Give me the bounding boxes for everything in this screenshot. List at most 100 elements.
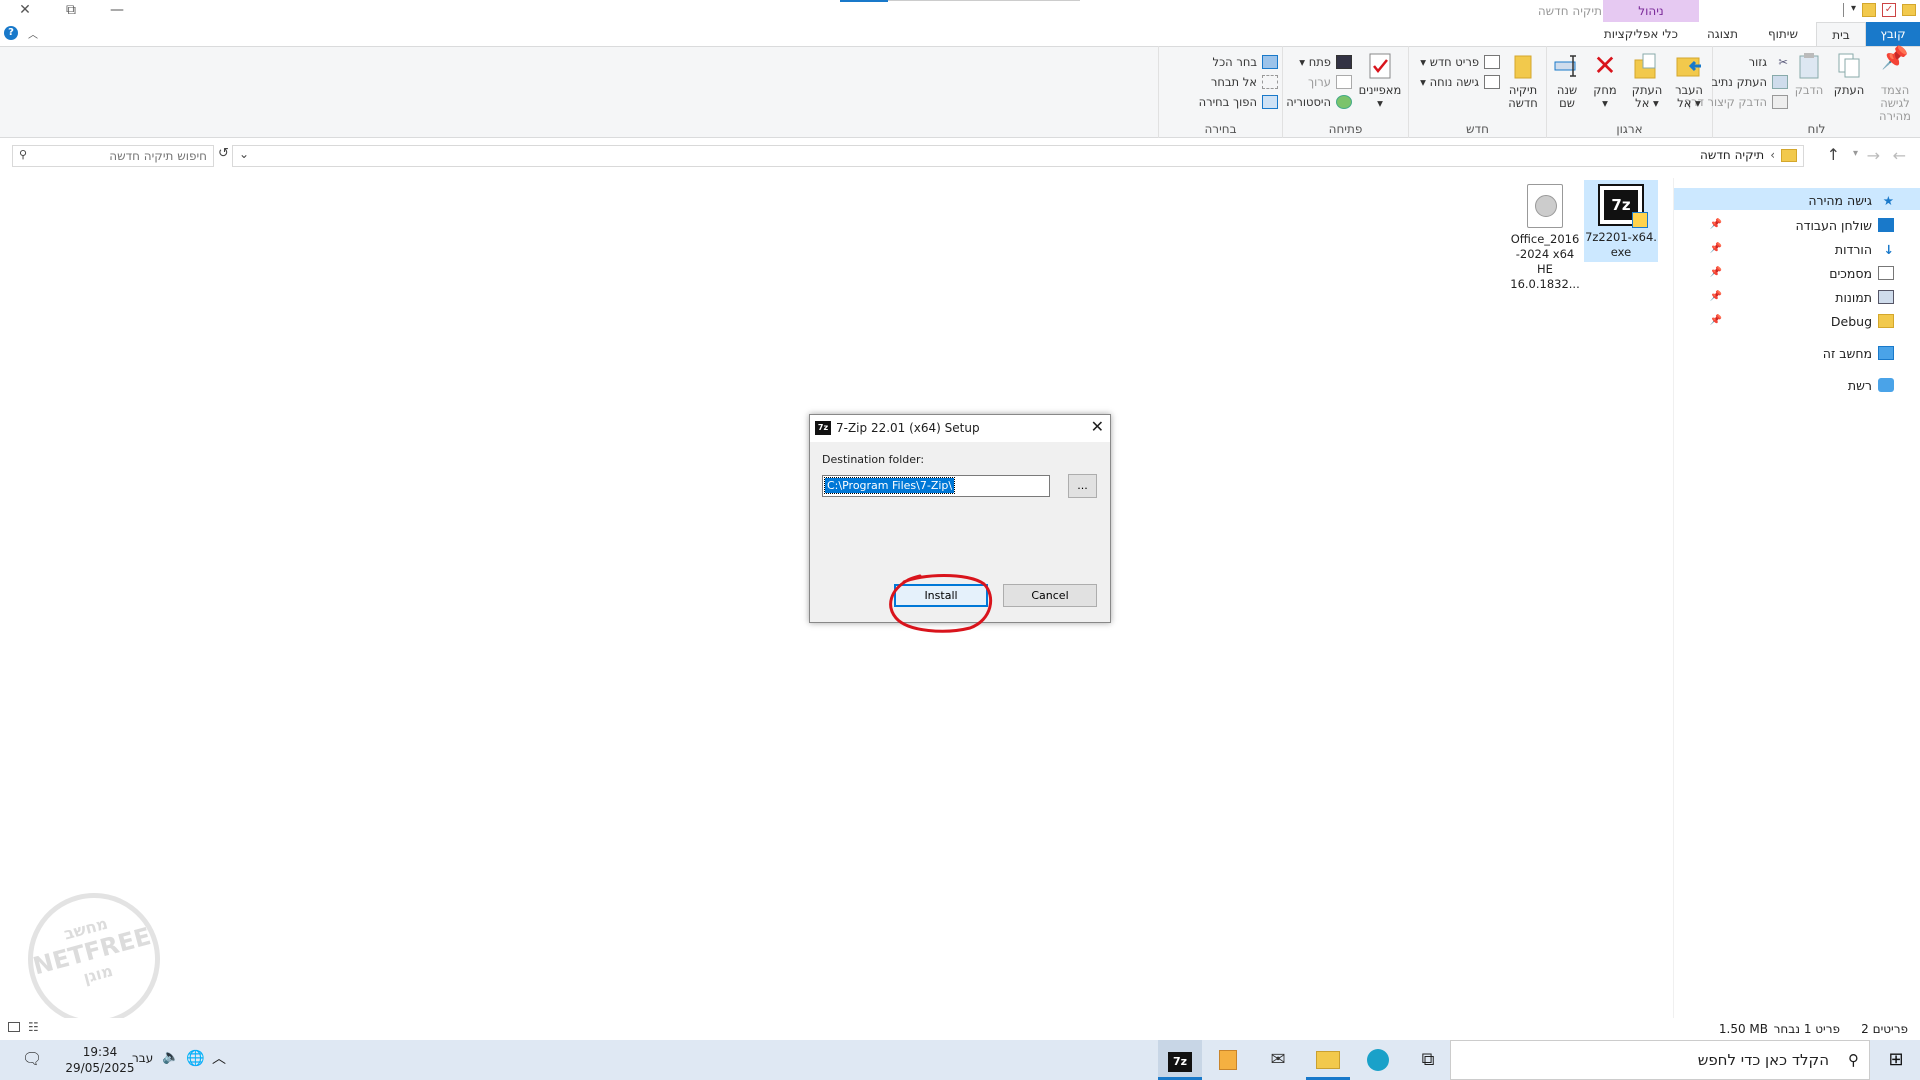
- nav-debug[interactable]: Debug: [1831, 310, 1894, 332]
- status-bar: 2 פריטים פריט 1 נבחר 1.50 MB ☷: [0, 1018, 1920, 1038]
- new-folder-qat-icon[interactable]: [1862, 3, 1876, 17]
- status-item-count: 2 פריטים: [1861, 1022, 1908, 1036]
- desktop-icon: [1878, 218, 1894, 232]
- address-bar[interactable]: › תיקיה חדשה ⌄: [232, 145, 1804, 167]
- pin-quick-access-button[interactable]: 📌 הצמד לגישה מהירה: [1872, 48, 1918, 123]
- file-item-7zip[interactable]: 7z 7z2201-x64. exe: [1585, 182, 1657, 260]
- start-windows-icon[interactable]: ⊞: [1872, 1040, 1920, 1080]
- volume-icon[interactable]: 🔈: [162, 1049, 179, 1065]
- search-input[interactable]: [37, 148, 207, 164]
- edit-button[interactable]: ערוך: [1286, 72, 1352, 92]
- breadcrumb-current[interactable]: תיקיה חדשה: [1700, 148, 1764, 162]
- refresh-icon[interactable]: ↺: [218, 146, 232, 166]
- netfree-watermark: מחשב NETFREE מוגן: [13, 878, 175, 1040]
- download-arrow-icon: ↓: [1883, 242, 1894, 257]
- delete-button[interactable]: ✕ מחק ▾: [1586, 52, 1624, 110]
- tab-view[interactable]: תצוגה: [1697, 22, 1748, 46]
- taskbar-search-box[interactable]: ⚲ הקלד כאן כדי לחפש: [1450, 1040, 1870, 1080]
- minimize-button[interactable]: —: [94, 0, 140, 20]
- invert-selection-label: הפוך בחירה: [1198, 95, 1257, 109]
- tab-home[interactable]: בית: [1816, 22, 1866, 47]
- new-item-button[interactable]: פריט חדש ▾: [1420, 52, 1500, 72]
- copy-button[interactable]: העתק: [1830, 52, 1868, 97]
- dialog-title: 7-Zip 22.01 (x64) Setup: [836, 421, 980, 435]
- group-clipboard-label: לוח: [1807, 122, 1826, 136]
- show-hidden-icons-chevron[interactable]: ︿: [212, 1048, 226, 1068]
- paste-button[interactable]: הדבק: [1790, 52, 1828, 97]
- nav-desktop[interactable]: שולחן העבודה: [1795, 214, 1894, 236]
- easy-access-label: גישה נוחה: [1429, 75, 1479, 89]
- close-button[interactable]: ✕: [2, 0, 48, 20]
- tab-file[interactable]: קובץ: [1866, 22, 1920, 46]
- tab-share[interactable]: שיתוף: [1758, 22, 1808, 46]
- taskbar-media[interactable]: [1206, 1040, 1250, 1080]
- help-icon[interactable]: ?: [4, 26, 18, 40]
- dialog-titlebar: 7z 7-Zip 22.01 (x64) Setup ✕: [810, 415, 1110, 442]
- pin-icon[interactable]: 📌: [1710, 243, 1722, 254]
- pin-icon[interactable]: 📌: [1710, 267, 1722, 278]
- computer-icon: [1878, 346, 1894, 360]
- file-item-office[interactable]: Office_2016 -2024 x64 HE 16.0.1832...: [1509, 182, 1581, 292]
- title-divider: [888, 0, 1080, 1]
- address-dropdown-icon[interactable]: ⌄: [239, 147, 249, 161]
- taskbar-edge[interactable]: [1356, 1040, 1400, 1080]
- invert-selection-button[interactable]: הפוך בחירה: [1199, 92, 1278, 112]
- back-arrow-icon[interactable]: ←: [1893, 146, 1906, 165]
- pin-icon[interactable]: 📌: [1710, 219, 1722, 230]
- dialog-close-button[interactable]: ✕: [1091, 417, 1104, 436]
- task-view-icon[interactable]: ⧉: [1406, 1040, 1450, 1080]
- easy-access-button[interactable]: גישה נוחה ▾: [1420, 72, 1500, 92]
- nav-pictures[interactable]: תמונות: [1835, 286, 1894, 308]
- nav-documents[interactable]: מסמכים: [1829, 262, 1894, 284]
- shield-icon: [1632, 212, 1648, 228]
- tab-app-tools[interactable]: כלי אפליקציות: [1594, 22, 1688, 46]
- destination-field[interactable]: C:\Program Files\7-Zip\: [822, 475, 1050, 497]
- list-view-icon[interactable]: ☷: [28, 1020, 39, 1034]
- new-folder-button[interactable]: תיקיה חדשה: [1504, 52, 1542, 110]
- taskbar-7zip[interactable]: 7z: [1158, 1040, 1202, 1080]
- sevenzip-app-icon: 7z: [815, 421, 831, 435]
- nav-quick-access[interactable]: ★ גישה מהירה: [1808, 189, 1894, 211]
- taskbar-mail-icon[interactable]: ✉: [1256, 1040, 1300, 1080]
- details-view-icon[interactable]: [8, 1022, 20, 1032]
- nav-this-pc[interactable]: מחשב זה: [1823, 342, 1894, 364]
- open-button[interactable]: פתח ▾: [1286, 52, 1352, 72]
- recent-locations-icon[interactable]: ▾: [1853, 148, 1858, 159]
- properties-check-icon[interactable]: ✓: [1882, 3, 1896, 17]
- paste-label: הדבק: [1794, 83, 1824, 97]
- new-item-icon: [1484, 55, 1500, 69]
- search-box[interactable]: ⚲: [12, 145, 214, 167]
- taskbar-file-explorer[interactable]: [1306, 1040, 1350, 1080]
- taskbar-search-icon: ⚲: [1848, 1051, 1859, 1069]
- nav-downloads[interactable]: ↓ הורדות: [1835, 238, 1894, 260]
- select-all-button[interactable]: בחר הכל: [1199, 52, 1278, 72]
- cancel-button[interactable]: Cancel: [1003, 584, 1097, 607]
- copy-to-button[interactable]: העתק אל ▾: [1628, 52, 1666, 110]
- rename-button[interactable]: שנה שם: [1548, 52, 1586, 110]
- select-all-icon: [1262, 55, 1278, 69]
- nav-network[interactable]: רשת: [1848, 374, 1894, 396]
- debug-folder-icon: [1878, 314, 1894, 328]
- tray-language[interactable]: עבר: [132, 1051, 153, 1065]
- collapse-ribbon-icon[interactable]: ︿: [28, 26, 38, 41]
- pin-icon[interactable]: 📌: [1710, 315, 1722, 326]
- restore-button[interactable]: ⧉: [48, 0, 94, 20]
- browse-button[interactable]: ...: [1068, 474, 1097, 498]
- move-to-button[interactable]: העבר אל ▾: [1670, 52, 1708, 110]
- properties-button[interactable]: מאפיינים ▾: [1356, 52, 1404, 110]
- action-center-icon[interactable]: 🗨: [22, 1049, 42, 1068]
- pin-icon[interactable]: 📌: [1710, 291, 1722, 302]
- group-new-label: חדש: [1466, 122, 1489, 136]
- globe-network-icon[interactable]: 🌐: [186, 1049, 205, 1067]
- tray-clock[interactable]: 19:34 29/05/2025: [62, 1044, 138, 1076]
- history-icon: [1336, 95, 1352, 109]
- up-arrow-icon[interactable]: ↑: [1827, 145, 1840, 164]
- group-select: בחר הכל אל תבחר הפוך בחירה בחירה: [1158, 46, 1282, 138]
- history-button[interactable]: היסטוריה: [1286, 92, 1352, 112]
- forward-arrow-icon[interactable]: →: [1867, 146, 1880, 165]
- qat-dropdown-icon[interactable]: ▾: [1851, 3, 1856, 14]
- disc-image-icon: [1527, 184, 1563, 228]
- title-progress: [840, 0, 888, 2]
- network-icon: [1878, 378, 1894, 392]
- select-none-button[interactable]: אל תבחר: [1199, 72, 1278, 92]
